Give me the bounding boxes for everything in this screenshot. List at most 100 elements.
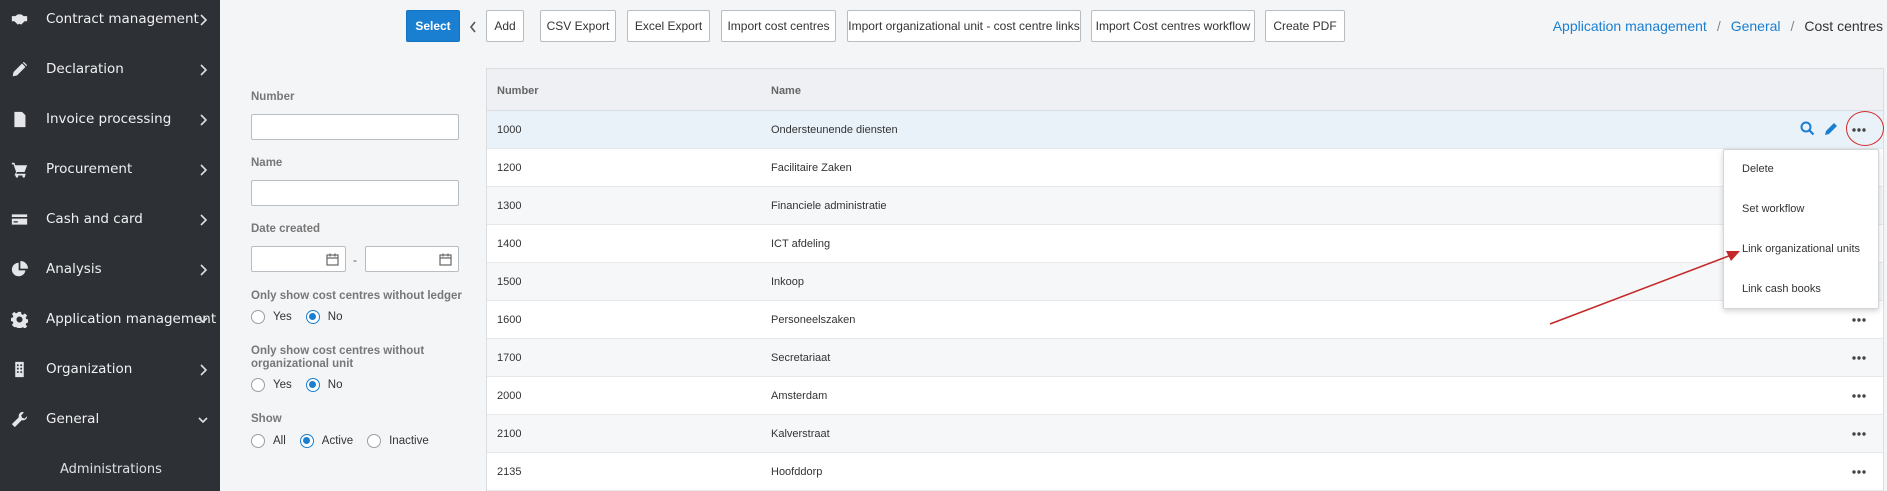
chevron-left-icon[interactable] — [469, 20, 477, 33]
sidebar: Contract management Declaration Invoice … — [0, 0, 220, 491]
sidebar-item-organization[interactable]: Organization — [0, 344, 220, 394]
menu-item-link-cash-books[interactable]: Link cash books — [1742, 283, 1821, 295]
table-row[interactable]: 1700 Secretariaat — [487, 339, 1883, 377]
sidebar-item-general[interactable]: General — [0, 394, 220, 444]
without-org-unit-radio-group: Yes No — [251, 378, 356, 392]
csv-export-button[interactable]: CSV Export — [540, 10, 616, 42]
page-title: Cost centres — [1804, 18, 1883, 34]
radio-button-checked[interactable] — [305, 378, 320, 392]
sidebar-item-label: Analysis — [46, 261, 102, 277]
import-org-unit-links-button[interactable]: Import organizational unit - cost centre… — [847, 10, 1081, 42]
calendar-icon[interactable] — [439, 253, 452, 266]
table-header: Number Name — [487, 69, 1883, 111]
show-active[interactable]: Active — [299, 434, 353, 448]
name-input[interactable] — [251, 180, 459, 206]
radio-button[interactable] — [251, 434, 265, 448]
excel-export-button[interactable]: Excel Export — [627, 10, 710, 42]
sidebar-item-invoice-processing[interactable]: Invoice processing — [0, 94, 220, 144]
sidebar-item-analysis[interactable]: Analysis — [0, 244, 220, 294]
chevron-right-icon — [198, 63, 208, 76]
chevron-right-icon — [198, 113, 208, 126]
without-org-unit-label-line2: organizational unit — [251, 358, 354, 370]
handshake-icon — [10, 10, 28, 28]
breadcrumb-application-management[interactable]: Application management — [1553, 18, 1707, 34]
radio-label: Yes — [273, 311, 292, 323]
cell-number: 1200 — [497, 162, 522, 174]
column-header-name[interactable]: Name — [771, 85, 801, 97]
sidebar-item-label: Cash and card — [46, 211, 143, 227]
more-options-icon[interactable] — [1849, 424, 1869, 444]
column-header-number[interactable]: Number — [497, 85, 539, 97]
sidebar-item-label: Application management — [46, 311, 217, 327]
sidebar-item-application-management[interactable]: Application management — [0, 294, 220, 344]
add-button[interactable]: Add — [486, 10, 524, 42]
radio-button-checked[interactable] — [305, 310, 320, 324]
more-options-icon[interactable] — [1849, 386, 1869, 406]
sidebar-item-procurement[interactable]: Procurement — [0, 144, 220, 194]
cell-number: 1600 — [497, 314, 522, 326]
radio-label: Inactive — [389, 435, 429, 447]
table-row[interactable]: 1200 Facilitaire Zaken — [487, 149, 1883, 187]
cost-centres-table: Number Name 1000 Ondersteunende diensten 1… — [486, 68, 1884, 491]
radio-button[interactable] — [367, 434, 382, 448]
sidebar-item-label: General — [46, 411, 100, 427]
search-icon[interactable] — [1800, 121, 1815, 136]
building-icon — [10, 360, 28, 378]
cell-name: Financiele administratie — [771, 200, 887, 212]
breadcrumb-general[interactable]: General — [1731, 18, 1781, 34]
date-to-field[interactable] — [365, 246, 459, 272]
create-pdf-button[interactable]: Create PDF — [1265, 10, 1345, 42]
radio-button[interactable] — [251, 310, 265, 324]
import-cost-centres-workflow-button[interactable]: Import Cost centres workflow — [1091, 10, 1255, 42]
show-inactive[interactable]: Inactive — [367, 434, 429, 448]
pencil-icon — [10, 60, 28, 78]
sidebar-subitem-administrations[interactable]: Administrations — [0, 444, 220, 491]
table-row[interactable]: 2000 Amsterdam — [487, 377, 1883, 415]
table-row[interactable]: 1500 Inkoop — [487, 263, 1883, 301]
edit-icon[interactable] — [1824, 121, 1839, 136]
sidebar-item-label: Declaration — [46, 61, 124, 77]
import-cost-centres-button[interactable]: Import cost centres — [721, 10, 836, 42]
radio-label: No — [327, 379, 343, 391]
cell-number: 1700 — [497, 352, 522, 364]
chevron-right-icon — [198, 363, 208, 376]
cell-name: Ondersteunende diensten — [771, 124, 898, 136]
sidebar-item-label: Organization — [46, 361, 133, 377]
cell-number: 1300 — [497, 200, 522, 212]
calendar-icon[interactable] — [326, 253, 339, 266]
select-button[interactable]: Select — [406, 10, 460, 42]
menu-item-delete[interactable]: Delete — [1742, 163, 1774, 175]
more-options-icon[interactable] — [1849, 348, 1869, 368]
table-row[interactable]: 2135 Hoofddorp — [487, 453, 1883, 491]
table-row[interactable]: 1400 ICT afdeling — [487, 225, 1883, 263]
more-options-icon[interactable] — [1849, 310, 1869, 330]
number-label: Number — [251, 91, 295, 103]
number-input[interactable] — [251, 114, 459, 140]
without-ledger-no[interactable]: No — [305, 310, 342, 324]
without-ledger-label: Only show cost centres without ledger — [251, 290, 462, 302]
table-row[interactable]: 1300 Financiele administratie — [487, 187, 1883, 225]
cell-name: Inkoop — [771, 276, 805, 288]
chevron-right-icon — [198, 13, 208, 26]
card-icon — [10, 210, 28, 228]
date-from-field[interactable] — [251, 246, 346, 272]
sidebar-item-declaration[interactable]: Declaration — [0, 44, 220, 94]
menu-item-link-organizational-units[interactable]: Link organizational units — [1742, 243, 1860, 255]
table-row[interactable]: 2100 Kalverstraat — [487, 415, 1883, 453]
without-org-unit-no[interactable]: No — [305, 378, 343, 392]
radio-button[interactable] — [251, 378, 265, 392]
sidebar-item-contract-management[interactable]: Contract management — [0, 0, 220, 44]
menu-item-set-workflow[interactable]: Set workflow — [1742, 203, 1804, 215]
cell-name: Hoofddorp — [771, 466, 823, 478]
table-row[interactable]: 1000 Ondersteunende diensten — [487, 111, 1883, 149]
table-row[interactable]: 1600 Personeelszaken — [487, 301, 1883, 339]
radio-label: Yes — [273, 379, 292, 391]
sidebar-item-cash-and-card[interactable]: Cash and card — [0, 194, 220, 244]
radio-button-checked[interactable] — [299, 434, 314, 448]
show-all[interactable]: All — [251, 434, 286, 448]
more-options-icon[interactable] — [1849, 462, 1869, 482]
without-ledger-yes[interactable]: Yes — [251, 310, 292, 324]
annotation-circle — [1846, 111, 1884, 146]
without-org-unit-yes[interactable]: Yes — [251, 378, 292, 392]
breadcrumb: Application management / General / Cost … — [1553, 18, 1883, 34]
